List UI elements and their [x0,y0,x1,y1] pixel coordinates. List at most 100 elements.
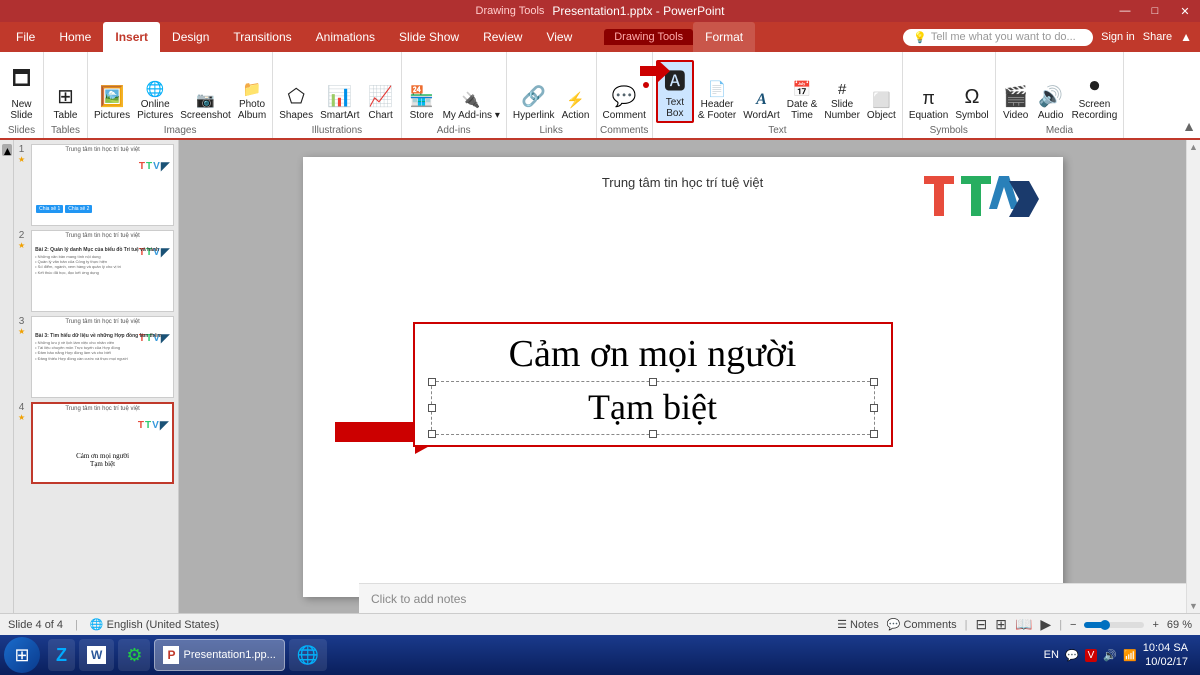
taskbar-browser[interactable]: 🌐 [289,639,327,671]
share-link[interactable]: Share [1143,31,1172,43]
title-bar: Drawing Tools Presentation1.pptx - Power… [0,0,1200,22]
slide-thumb-4[interactable]: 4 ★ Trung tâm tin học trí tuệ việt TTV◤ … [18,402,174,484]
slide-thumb-2[interactable]: 2 ★ Trung tâm tin học trí tuệ việt TTV◤ … [18,230,174,312]
tab-animations[interactable]: Animations [304,22,387,52]
slide-img-4[interactable]: Trung tâm tin học trí tuệ việt TTV◤ Cảm … [31,402,174,484]
canvas-area[interactable]: Trung tâm tin học trí tuệ việt [179,140,1186,613]
equation-button[interactable]: π Equation [906,86,951,123]
zoom-handle[interactable] [1100,620,1110,630]
action-button[interactable]: ⚡ Action [559,89,593,123]
right-scrollbar[interactable]: ▲ ▼ [1186,140,1200,613]
slide-number-button[interactable]: # SlideNumber [821,79,863,123]
zalo-icon: Z [56,645,67,666]
notes-icon: ☰ [837,618,847,631]
screen-recording-icon: ⏺ [1089,75,1099,98]
tab-format[interactable]: Format [693,22,755,52]
tab-home[interactable]: Home [47,22,103,52]
table-icon: ⊞ [57,84,74,109]
slide-img-3[interactable]: Trung tâm tin học trí tuệ việt TTV◤ Bài … [31,316,174,398]
tab-transitions[interactable]: Transitions [221,22,303,52]
tab-design[interactable]: Design [160,22,221,52]
slide-thumb-1[interactable]: 1 ★ Trung tâm tin học trí tuệ việt TTV◤ … [18,144,174,226]
taskbar-word[interactable]: W [79,639,114,671]
click-to-add-notes[interactable]: Click to add notes [359,583,1186,613]
tray-icon-chat[interactable]: 💬 [1065,649,1079,662]
store-button[interactable]: 🏪 Store [405,82,439,123]
smartart-button[interactable]: 📊 SmartArt [317,82,362,123]
taskbar-app3[interactable]: ⚙ [118,639,150,671]
smartart-icon: 📊 [327,84,352,109]
slide-sorter-btn[interactable]: ⊞ [995,616,1007,633]
slide-num-1: 1 [19,144,25,155]
scroll-up[interactable]: ▲ [2,144,12,156]
taskbar-zalo[interactable]: Z [48,639,75,671]
object-button[interactable]: ⬜ Object [864,89,899,123]
video-button[interactable]: 🎬 Video [999,82,1033,123]
slide-img-1[interactable]: Trung tâm tin học trí tuệ việt TTV◤ Chia… [31,144,174,226]
tab-review[interactable]: Review [471,22,534,52]
tab-slideshow[interactable]: Slide Show [387,22,471,52]
left-scrollbar[interactable]: ▲ [0,140,14,613]
tray-icon-network[interactable]: 📶 [1123,649,1137,662]
slide-info: Slide 4 of 4 [8,619,63,631]
store-label: Store [410,110,434,121]
textbox-button[interactable]: 🅰 TextBox [656,60,694,123]
taskbar-clock[interactable]: 10:04 SA 10/02/17 [1143,641,1188,670]
ppt-label: Presentation1.pp... [183,649,275,661]
start-button[interactable]: ⊞ [4,637,40,673]
zoom-in-btn[interactable]: + [1152,619,1158,631]
comment-button[interactable]: 💬 Comment [600,82,649,123]
notes-button[interactable]: ☰ Notes [837,618,879,631]
normal-view-btn[interactable]: ⊟ [976,616,988,633]
table-button[interactable]: ⊞ Table [49,82,83,123]
object-label: Object [867,110,896,121]
symbol-button[interactable]: Ω Symbol [952,84,991,123]
date-time-button[interactable]: 📅 Date &Time [784,78,821,123]
minimize-button[interactable]: — [1110,0,1140,22]
slide-img-2[interactable]: Trung tâm tin học trí tuệ việt TTV◤ Bài … [31,230,174,312]
audio-button[interactable]: 🔊 Audio [1034,82,1068,123]
zoom-out-btn[interactable]: − [1070,619,1076,631]
ribbon-group-symbols: π Equation Ω Symbol Symbols [903,52,996,138]
signin-link[interactable]: Sign in [1101,31,1135,43]
hyperlink-button[interactable]: 🔗 Hyperlink [510,82,558,123]
app3-icon: ⚙ [126,645,142,666]
tab-file[interactable]: File [4,22,47,52]
scroll-down-btn[interactable]: ▼ [1189,601,1198,611]
tray-icon-v[interactable]: V [1085,649,1098,662]
reading-view-btn[interactable]: 📖 [1015,616,1032,633]
shapes-button[interactable]: ⬠ Shapes [276,82,316,123]
handle-bl [428,430,436,438]
slide-textbox[interactable]: Cảm ơn mọi người Tạm biệt [413,322,893,447]
date-time-icon: 📅 [793,80,812,98]
tell-me-input[interactable]: 💡 Tell me what you want to do... [903,29,1093,46]
video-label: Video [1003,110,1028,121]
slide-text2-box[interactable]: Tạm biệt [431,381,875,435]
collapse-ribbon-icon[interactable]: ▲ [1180,30,1192,44]
wordart-button[interactable]: A WordArt [740,89,783,123]
addins-group-label: Add-ins [437,125,471,136]
my-addins-button[interactable]: 🔌 My Add-ins ▾ [440,89,503,123]
tab-insert[interactable]: Insert [103,22,160,52]
chart-button[interactable]: 📈 Chart [364,82,398,123]
collapse-ribbon-button[interactable]: ▲ [1182,118,1196,134]
photo-album-button[interactable]: 📁 PhotoAlbum [235,78,269,123]
scroll-up-btn[interactable]: ▲ [1189,142,1198,152]
audio-icon: 🔊 [1038,84,1063,109]
tray-icon-sound[interactable]: 🔊 [1103,649,1117,662]
tab-view[interactable]: View [534,22,584,52]
slide-thumb-3[interactable]: 3 ★ Trung tâm tin học trí tuệ việt TTV◤ … [18,316,174,398]
online-pictures-button[interactable]: 🌐 OnlinePictures [134,78,176,123]
close-button[interactable]: ✕ [1170,0,1200,22]
header-footer-button[interactable]: 📄 Header& Footer [695,78,739,123]
slideshow-btn[interactable]: ▶ [1040,616,1051,633]
comments-button[interactable]: 💬 Comments [887,618,957,631]
taskbar-powerpoint[interactable]: P Presentation1.pp... [154,639,284,671]
pictures-button[interactable]: 🖼️ Pictures [91,82,133,123]
screen-recording-button[interactable]: ⏺ ScreenRecording [1069,73,1121,123]
screenshot-button[interactable]: 📷 Screenshot [177,89,234,123]
maximize-button[interactable]: □ [1140,0,1170,22]
zoom-slider[interactable] [1084,622,1144,628]
new-slide-button[interactable]: 🗖 NewSlide [5,62,39,123]
shapes-label: Shapes [279,110,313,121]
